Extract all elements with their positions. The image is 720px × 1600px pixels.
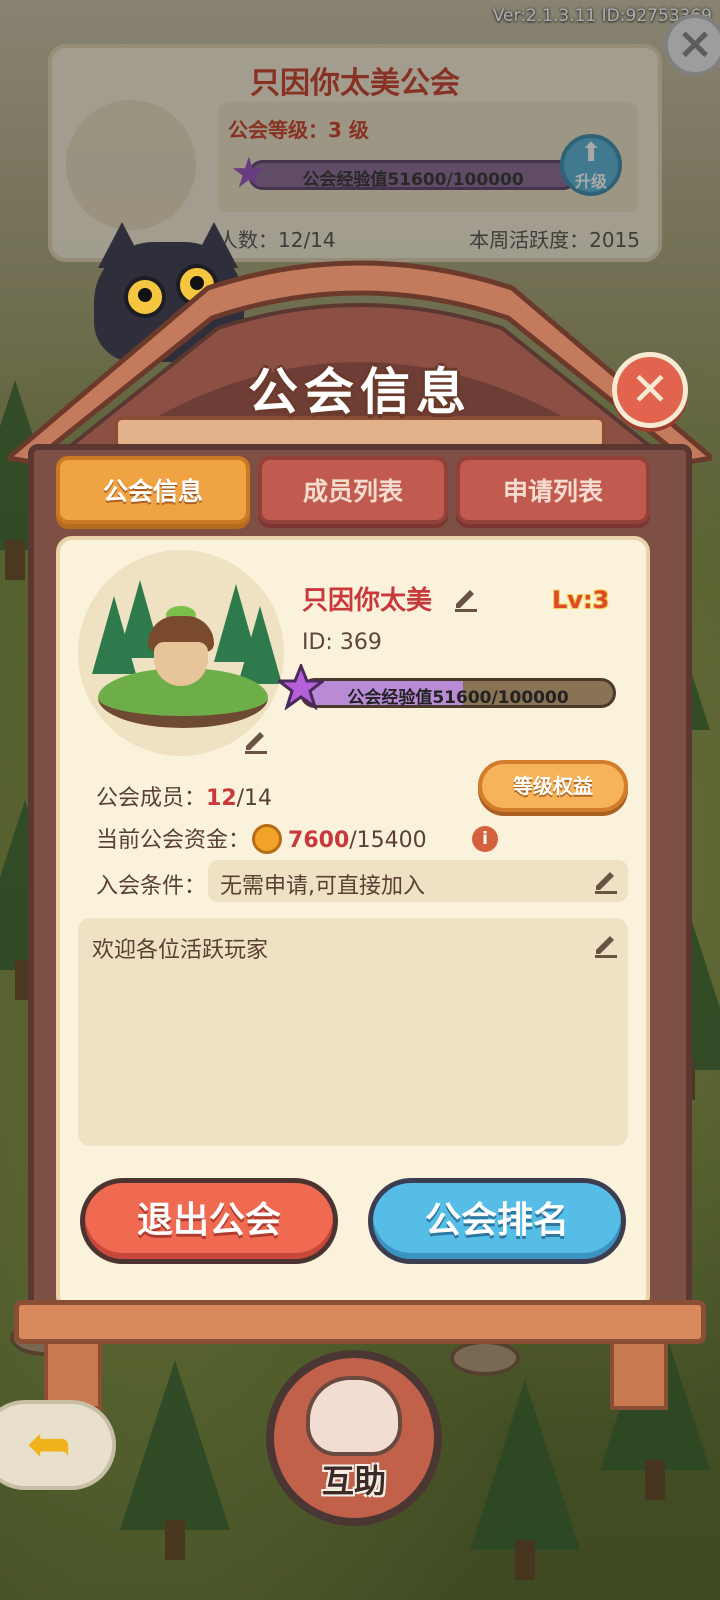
guild-ranking-button[interactable]: 公会排名 xyxy=(368,1178,626,1264)
tab-application-list[interactable]: 申请列表 xyxy=(456,456,650,524)
join-condition-value: 无需申请,可直接加入 xyxy=(220,874,425,899)
level-badge: Lv:3 xyxy=(552,586,610,614)
guild-announcement-text: 欢迎各位活跃玩家 xyxy=(92,938,269,963)
close-icon[interactable]: ✕ xyxy=(612,352,688,428)
tab-guild-info[interactable]: 公会信息 xyxy=(56,456,250,524)
edit-condition-pencil-icon[interactable] xyxy=(592,866,620,894)
coin-icon xyxy=(252,824,283,854)
members-value: 12 xyxy=(206,786,237,811)
members-label: 公会成员： xyxy=(96,786,207,811)
funds-max: /15400 xyxy=(349,828,427,853)
members-row: 公会成员：12/14 xyxy=(96,780,272,812)
join-condition-label: 入会条件： xyxy=(96,874,207,899)
star-icon xyxy=(278,664,324,710)
guild-name: 只因你太美 xyxy=(302,586,433,616)
edit-name-pencil-icon[interactable] xyxy=(452,584,480,612)
paw-icon xyxy=(306,1376,402,1456)
funds-value: 7600 xyxy=(288,828,350,853)
info-icon[interactable]: i xyxy=(472,826,498,852)
edit-announcement-pencil-icon[interactable] xyxy=(592,930,620,958)
funds-label: 当前公会资金： xyxy=(96,828,251,853)
help-label: 互助 xyxy=(321,1462,386,1500)
exit-guild-button[interactable]: 退出公会 xyxy=(80,1178,338,1264)
back-arrow-icon: ➦ xyxy=(26,1412,72,1475)
funds-row: 当前公会资金： 7600/15400 xyxy=(96,822,427,856)
modal-leg-right xyxy=(610,1340,668,1410)
xp-progress-bar: 公会经验值51600/100000 xyxy=(300,678,616,708)
edit-emblem-pencil-icon[interactable] xyxy=(242,726,270,754)
tab-member-list[interactable]: 成员列表 xyxy=(258,456,448,524)
acorn-icon xyxy=(148,606,214,686)
modal-base xyxy=(14,1300,706,1344)
level-benefits-button[interactable]: 等级权益 xyxy=(478,760,628,812)
members-max: /14 xyxy=(236,786,273,811)
xp-progress-label: 公会经验值51600/100000 xyxy=(347,688,569,708)
guild-id: ID: 369 xyxy=(302,630,382,655)
